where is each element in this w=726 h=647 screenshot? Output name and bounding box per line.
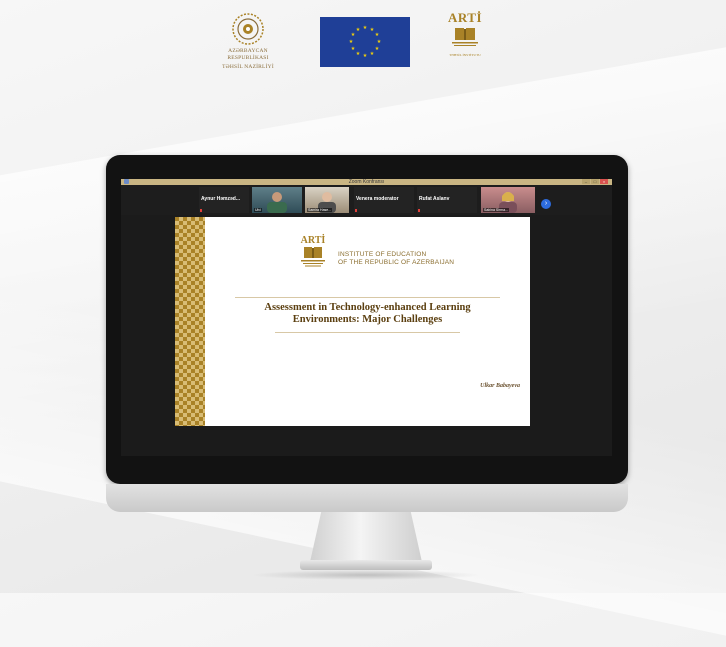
eu-stars: ★ ★★ ★★★ ★★★ ★★★ — [349, 25, 382, 59]
slide-pattern-border — [175, 217, 205, 426]
muted-mic-icon — [418, 209, 420, 212]
close-button[interactable]: × — [600, 179, 608, 184]
muted-mic-icon — [355, 209, 357, 212]
muted-mic-icon — [200, 209, 202, 212]
slide-author: Ulkar Babayeva — [480, 383, 520, 389]
slide-org-line1: INSTITUTE OF EDUCATION — [338, 251, 427, 258]
monitor-shadow — [250, 570, 482, 580]
svg-text:★: ★ — [375, 32, 380, 38]
monitor-chin — [106, 484, 628, 512]
svg-text:★: ★ — [356, 27, 361, 33]
ministry-logo: AZƏRBAYCAN RESPUBLİKASI TƏHSİL NAZİRLİYİ — [213, 12, 283, 71]
svg-text:★: ★ — [375, 46, 380, 52]
monitor-base — [300, 560, 432, 570]
zoom-app-icon[interactable] — [124, 179, 129, 184]
slide-logo-word: ARTİ — [300, 235, 326, 246]
monitor-stand — [310, 512, 422, 562]
participant-tile[interactable]: Venera moderator — [354, 187, 414, 213]
ministry-name-line1: AZƏRBAYCAN RESPUBLİKASI — [227, 48, 269, 61]
svg-text:★: ★ — [377, 39, 382, 45]
arti-logo-caption: TƏHSİL İNSTİTUTU — [449, 53, 481, 57]
chevron-right-icon[interactable]: › — [541, 199, 551, 209]
ministry-name-line2: TƏHSİL NAZİRLİYİ — [222, 64, 274, 70]
divider — [235, 297, 500, 298]
divider — [275, 332, 460, 333]
participant-video-tile[interactable]: Sabina Sirma... — [481, 187, 535, 213]
open-book-icon — [452, 28, 478, 46]
participant-name: Rufat Aslanv — [419, 196, 450, 202]
arti-logo: ARTİ TƏHSİL İNSTİTUTU — [440, 10, 490, 58]
svg-text:★: ★ — [351, 46, 356, 52]
svg-text:★: ★ — [356, 51, 361, 57]
shared-slide: ARTİ INSTITUTE OF EDUCATION OF THE REPUB… — [175, 217, 530, 426]
arti-logo-word: ARTİ — [447, 10, 483, 25]
slide-org-name: INSTITUTE OF EDUCATION OF THE REPUBLIC O… — [338, 251, 454, 267]
svg-text:★: ★ — [363, 25, 368, 31]
eu-flag-icon: ★ ★ ★ ★ ★ ★ ★ ★ ★ ★ ★ ★ — [320, 17, 410, 67]
participant-strip: Aynur Həmzəd... Ulvi Samira Hase... Vene… — [121, 185, 612, 215]
slide-title-line2: Environments: Major Challenges — [292, 314, 443, 325]
participant-label: Samira Hase... — [307, 208, 333, 212]
open-book-icon — [301, 247, 325, 267]
svg-text:★: ★ — [363, 53, 368, 59]
ornament-emblem-icon — [232, 13, 264, 45]
maximize-button[interactable]: □ — [591, 179, 599, 184]
participant-name: Venera moderator — [356, 196, 399, 202]
participant-name: Aynur Həmzəd... — [201, 196, 240, 202]
slide-title-line1: Assessment in Technology-enhanced Learni… — [264, 302, 471, 313]
slide-org-line2: OF THE REPUBLIC OF AZERBAIJAN — [338, 259, 455, 266]
participant-video-tile[interactable]: Samira Hase... — [305, 187, 349, 213]
participant-tile[interactable]: Rufat Aslanv — [417, 187, 477, 213]
slide-arti-logo: ARTİ — [293, 235, 333, 273]
svg-text:★: ★ — [349, 39, 354, 45]
zoom-window: Zoom Konfransı – □ × Aynur Həmzəd... Ulv… — [121, 179, 612, 456]
minimize-button[interactable]: – — [582, 179, 590, 184]
participant-video-tile[interactable]: Ulvi — [252, 187, 302, 213]
participant-tile[interactable]: Aynur Həmzəd... — [199, 187, 249, 213]
participant-label: Sabina Sirma... — [483, 208, 509, 212]
slide-title: Assessment in Technology-enhanced Learni… — [215, 302, 520, 326]
svg-text:★: ★ — [370, 51, 375, 57]
participant-label: Ulvi — [254, 208, 262, 212]
